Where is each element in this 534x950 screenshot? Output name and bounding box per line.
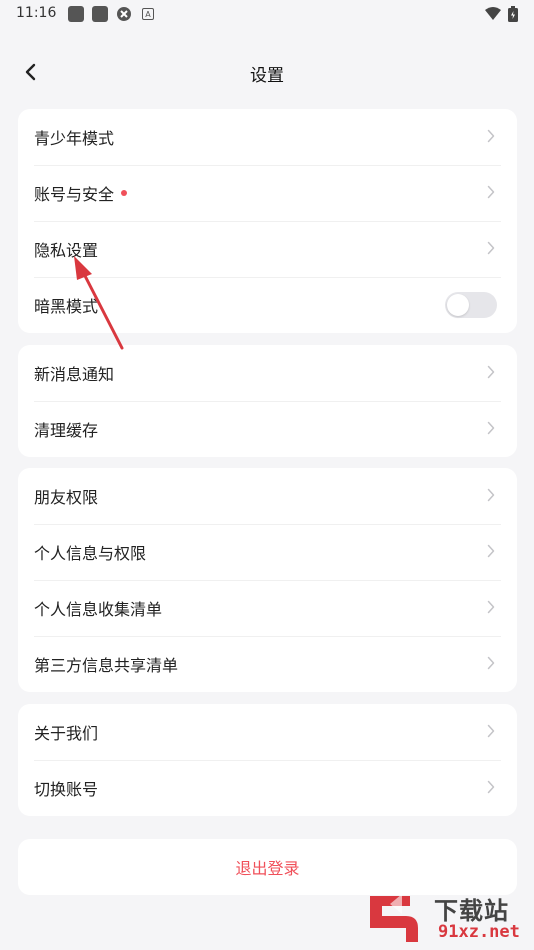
nav-bar: 设置 <box>0 48 534 98</box>
settings-group-general: 青少年模式 账号与安全 隐私设置 暗黑模式 <box>18 109 517 333</box>
settings-item-privacy[interactable]: 隐私设置 <box>18 221 517 277</box>
settings-item-label: 切换账号 <box>34 780 99 799</box>
settings-item-friend-permissions[interactable]: 朋友权限 <box>18 468 517 524</box>
page-title: 设置 <box>250 66 284 86</box>
chevron-right-icon <box>487 656 495 670</box>
settings-group-about: 关于我们 切换账号 <box>18 704 517 816</box>
notification-icon <box>92 6 108 22</box>
battery-icon <box>508 6 518 22</box>
settings-item-label: 第三方信息共享清单 <box>34 656 179 675</box>
toggle-knob <box>447 294 469 316</box>
chevron-right-icon <box>487 780 495 794</box>
chevron-right-icon <box>487 185 495 199</box>
status-bar: 11:16 A <box>0 0 534 30</box>
settings-item-label: 账号与安全 <box>34 185 115 204</box>
chevron-right-icon <box>487 724 495 738</box>
settings-item-new-message-notification[interactable]: 新消息通知 <box>18 345 517 401</box>
settings-item-third-party-sharing[interactable]: 第三方信息共享清单 <box>18 636 517 692</box>
logout-label: 退出登录 <box>235 859 300 878</box>
chevron-right-icon <box>487 365 495 379</box>
settings-item-label: 清理缓存 <box>34 421 99 440</box>
settings-item-label: 暗黑模式 <box>34 297 99 316</box>
settings-item-switch-account[interactable]: 切换账号 <box>18 760 517 816</box>
settings-item-label: 朋友权限 <box>34 488 99 507</box>
settings-item-dark-mode: 暗黑模式 <box>18 277 517 333</box>
settings-item-teen-mode[interactable]: 青少年模式 <box>18 109 517 165</box>
chevron-right-icon <box>487 421 495 435</box>
settings-item-label: 隐私设置 <box>34 241 99 260</box>
app-icon <box>116 6 132 22</box>
app-badge-icon: A <box>142 8 154 20</box>
chevron-right-icon <box>487 129 495 143</box>
notification-dot <box>121 190 128 196</box>
settings-group-permissions: 朋友权限 个人信息与权限 个人信息收集清单 第三方信息共享清单 <box>18 468 517 692</box>
chevron-right-icon <box>487 544 495 558</box>
watermark: 下载站 91xz.net <box>362 890 534 950</box>
settings-item-clear-cache[interactable]: 清理缓存 <box>18 401 517 457</box>
settings-item-about-us[interactable]: 关于我们 <box>18 704 517 760</box>
settings-item-label: 关于我们 <box>34 724 99 743</box>
dark-mode-toggle[interactable] <box>445 292 497 318</box>
settings-item-personal-info-collection[interactable]: 个人信息收集清单 <box>18 580 517 636</box>
chevron-right-icon <box>487 241 495 255</box>
watermark-logo-icon <box>370 894 418 942</box>
settings-group-notifications: 新消息通知 清理缓存 <box>18 345 517 457</box>
chevron-right-icon <box>487 600 495 614</box>
watermark-title: 下载站 <box>434 897 509 925</box>
notification-icon <box>68 6 84 22</box>
settings-item-label: 新消息通知 <box>34 365 115 384</box>
logout-button[interactable]: 退出登录 <box>18 839 517 895</box>
settings-item-account-security[interactable]: 账号与安全 <box>18 165 517 221</box>
watermark-url: 91xz.net <box>438 922 520 942</box>
chevron-right-icon <box>487 488 495 502</box>
settings-item-label: 个人信息收集清单 <box>34 600 163 619</box>
status-time: 11:16 <box>16 5 57 21</box>
settings-item-label: 青少年模式 <box>34 129 115 148</box>
settings-item-label: 个人信息与权限 <box>34 544 147 563</box>
settings-item-personal-info-permissions[interactable]: 个人信息与权限 <box>18 524 517 580</box>
wifi-icon <box>484 6 501 22</box>
